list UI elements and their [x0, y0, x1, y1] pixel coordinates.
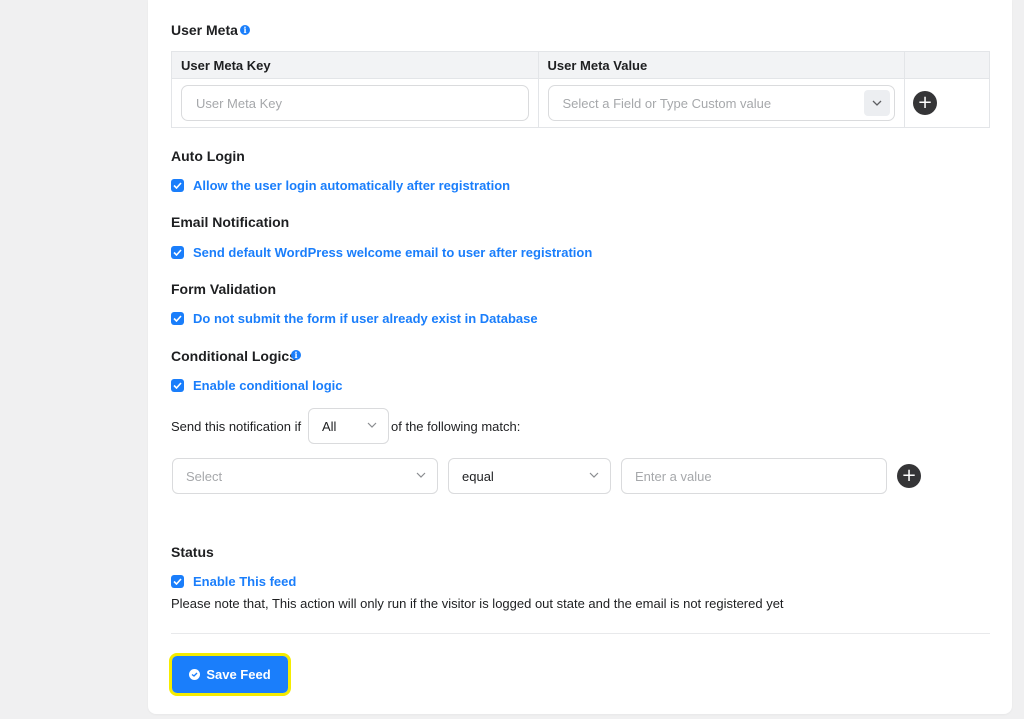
- column-header-key: User Meta Key: [171, 51, 539, 79]
- chevron-down-icon: [367, 422, 377, 428]
- chevron-down-icon: [589, 472, 599, 478]
- email-notification-checkbox[interactable]: Send default WordPress welcome email to …: [171, 245, 592, 260]
- checkbox-checked-icon[interactable]: [171, 379, 184, 392]
- user-meta-title: User Meta: [171, 22, 238, 38]
- save-button-highlight: Save Feed: [169, 653, 291, 696]
- checkbox-checked-icon[interactable]: [171, 575, 184, 588]
- status-note: Please note that, This action will only …: [171, 596, 784, 611]
- plus-icon: +: [901, 465, 917, 486]
- checkbox-checked-icon[interactable]: [171, 312, 184, 325]
- info-icon: i: [240, 25, 250, 35]
- auto-login-title: Auto Login: [171, 148, 245, 164]
- email-notification-title: Email Notification: [171, 214, 290, 230]
- checkbox-checked-icon[interactable]: [171, 179, 184, 192]
- user-meta-table: User Meta Key User Meta Value User Meta …: [171, 51, 990, 128]
- condition-field-select[interactable]: Select: [172, 458, 438, 494]
- chevron-down-icon: [416, 472, 426, 478]
- add-condition-button[interactable]: +: [897, 464, 921, 488]
- info-icon: i: [291, 350, 301, 360]
- add-meta-row-button[interactable]: +: [913, 91, 938, 115]
- plus-icon: +: [917, 92, 933, 113]
- condition-operator-select[interactable]: equal: [448, 458, 611, 494]
- form-validation-checkbox[interactable]: Do not submit the form if user already e…: [171, 311, 538, 326]
- table-row: User Meta Key Select a Field or Type Cus…: [171, 78, 990, 128]
- status-title: Status: [171, 544, 214, 560]
- divider: [171, 633, 990, 634]
- conditional-logics-title: Conditional Logics: [171, 348, 297, 364]
- feed-settings-panel: User Meta i User Meta Key User Meta Valu…: [148, 0, 1012, 714]
- form-validation-title: Form Validation: [171, 281, 277, 297]
- condition-sentence-suffix: of the following match:: [391, 419, 521, 434]
- user-meta-value-select[interactable]: Select a Field or Type Custom value: [547, 85, 896, 121]
- conditional-logic-checkbox[interactable]: Enable conditional logic: [171, 378, 343, 393]
- check-circle-icon: [189, 669, 201, 680]
- condition-value-input[interactable]: Enter a value: [621, 458, 887, 494]
- column-header-value: User Meta Value: [537, 51, 906, 79]
- save-feed-button[interactable]: Save Feed: [172, 656, 288, 693]
- chevron-down-icon[interactable]: [864, 90, 891, 116]
- auto-login-checkbox[interactable]: Allow the user login automatically after…: [171, 178, 510, 193]
- user-meta-key-input[interactable]: User Meta Key: [181, 85, 529, 121]
- enable-feed-checkbox[interactable]: Enable This feed: [171, 574, 296, 589]
- match-type-select[interactable]: All: [308, 408, 389, 444]
- checkbox-checked-icon[interactable]: [171, 246, 184, 259]
- condition-sentence-prefix: Send this notification if: [171, 419, 302, 434]
- column-header-actions: [904, 51, 990, 79]
